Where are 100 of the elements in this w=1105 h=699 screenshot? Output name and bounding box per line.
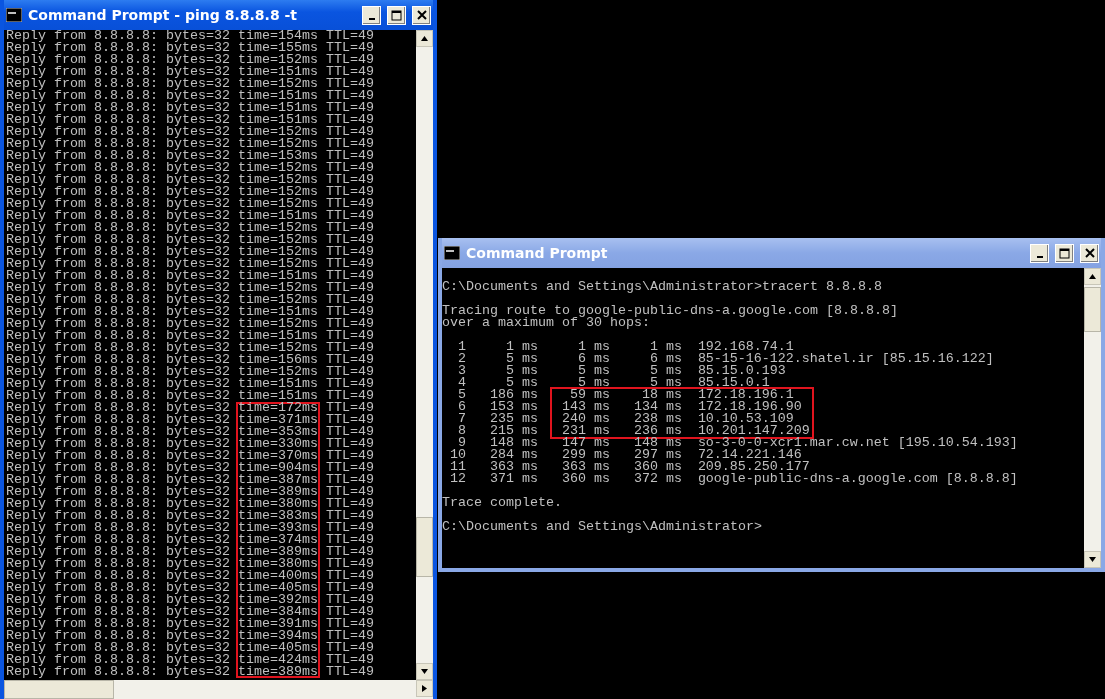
- ping-time: time=151ms: [236, 390, 319, 402]
- hop-number: 7: [457, 413, 466, 425]
- close-icon: [416, 10, 427, 20]
- ping-time: time=904ms: [235, 462, 320, 474]
- ping-time: time=152ms: [236, 318, 319, 330]
- hop-time: 5 ms: [504, 365, 538, 377]
- minimize-icon: [1036, 256, 1043, 258]
- ping-time: time=154ms: [236, 30, 319, 42]
- scrollbar-thumb[interactable]: [4, 680, 114, 699]
- hop-time: 284 ms: [488, 449, 538, 461]
- console-text: Reply from 8.8.8.8: bytes=32: [6, 210, 230, 222]
- console-icon: [444, 246, 460, 260]
- console-text: TTL=49: [325, 210, 374, 222]
- hop-time: 236 ms: [632, 425, 682, 437]
- console-text: C:\Documents and Settings\Administrator>: [442, 521, 762, 533]
- console-text: Reply from 8.8.8.8: bytes=32: [6, 606, 230, 618]
- console-text: TTL=49: [325, 78, 374, 90]
- scrollbar-thumb[interactable]: [416, 517, 433, 577]
- console-text: Reply from 8.8.8.8: bytes=32: [6, 462, 230, 474]
- console-text: Reply from 8.8.8.8: bytes=32: [6, 570, 230, 582]
- ping-time: time=392ms: [235, 594, 320, 606]
- ping-time: time=151ms: [236, 378, 319, 390]
- console-text: TTL=49: [325, 390, 374, 402]
- hop-time: 59 ms: [569, 389, 610, 401]
- horizontal-scrollbar[interactable]: [4, 680, 433, 699]
- console-text: TTL=49: [325, 174, 374, 186]
- ping-time: time=152ms: [236, 246, 319, 258]
- scroll-down-icon: [1089, 557, 1096, 562]
- maximize-icon: [1059, 247, 1070, 259]
- scrollbar-thumb[interactable]: [1084, 287, 1101, 332]
- hop-time: 5 ms: [505, 377, 538, 389]
- hop-host: 10.201.147.209: [697, 425, 810, 437]
- ping-time: time=374ms: [235, 534, 320, 546]
- console-text: Reply from 8.8.8.8: bytes=32: [6, 162, 230, 174]
- ping-time: time=151ms: [236, 90, 319, 102]
- hop-time: 5 ms: [576, 365, 610, 377]
- hop-time: 147 ms: [560, 437, 610, 449]
- ping-time: time=152ms: [236, 186, 319, 198]
- console-icon: [6, 8, 22, 22]
- hop-time: 5 ms: [504, 353, 538, 365]
- hop-host: 209.85.250.177: [697, 461, 810, 473]
- maximize-button[interactable]: [1055, 243, 1074, 263]
- maximize-button[interactable]: [387, 5, 406, 25]
- console-text: Reply from 8.8.8.8: bytes=32: [6, 342, 230, 354]
- console-text: TTL=49: [325, 246, 374, 258]
- console-text: Reply from 8.8.8.8: bytes=32: [6, 486, 230, 498]
- console-text: TTL=49: [325, 438, 374, 450]
- ping-time: time=152ms: [236, 162, 319, 174]
- console-text: TTL=49: [325, 306, 374, 318]
- console-text: Reply from 8.8.8.8: bytes=32: [6, 438, 230, 450]
- ping-time: time=380ms: [235, 558, 320, 570]
- console-text: Trace complete.: [442, 497, 562, 509]
- console-text: Reply from 8.8.8.8: bytes=32: [6, 366, 230, 378]
- hop-time: 134 ms: [632, 401, 682, 413]
- ping-time: time=151ms: [236, 270, 319, 282]
- console-text: TTL=49: [325, 54, 374, 66]
- console-text: TTL=49: [325, 582, 374, 594]
- vertical-scrollbar[interactable]: [1084, 268, 1101, 568]
- hop-host: 72.14.221.146: [697, 449, 802, 461]
- console-text: Reply from 8.8.8.8: bytes=32: [6, 642, 230, 654]
- hop-host: 172.18.196.90: [697, 401, 802, 413]
- console-text: TTL=49: [325, 546, 374, 558]
- console-text: Reply from 8.8.8.8: bytes=32: [6, 558, 230, 570]
- minimize-button[interactable]: [1030, 243, 1049, 263]
- ping-time: time=151ms: [236, 306, 319, 318]
- minimize-button[interactable]: [362, 5, 381, 25]
- close-icon: [1084, 248, 1095, 258]
- console-text: Reply from 8.8.8.8: bytes=32: [6, 30, 230, 42]
- hop-host: 85.15.0.1: [697, 377, 770, 389]
- console-text: TTL=49: [325, 486, 374, 498]
- console-text: Reply from 8.8.8.8: bytes=32: [6, 402, 230, 414]
- ping-time: time=330ms: [235, 438, 320, 450]
- console-text: Reply from 8.8.8.8: bytes=32: [6, 150, 230, 162]
- console-text: TTL=49: [325, 642, 374, 654]
- ping-time: time=370ms: [235, 450, 320, 462]
- hop-time: 299 ms: [560, 449, 610, 461]
- vertical-scrollbar[interactable]: [416, 30, 433, 680]
- ping-time: time=152ms: [236, 258, 319, 270]
- ping-time: time=389ms: [235, 486, 320, 498]
- console-text: Reply from 8.8.8.8: bytes=32: [6, 354, 230, 366]
- console-text: TTL=49: [325, 630, 374, 642]
- console-text: Reply from 8.8.8.8: bytes=32: [6, 294, 230, 306]
- hop-time: 372 ms: [632, 473, 682, 485]
- close-button[interactable]: [1080, 243, 1099, 263]
- console-text: TTL=49: [325, 402, 374, 414]
- hop-time: 363 ms: [488, 461, 538, 473]
- console-text: Reply from 8.8.8.8: bytes=32: [6, 186, 230, 198]
- hop-time: 235 ms: [488, 413, 538, 425]
- console-text: TTL=49: [325, 30, 374, 42]
- console-text: TTL=49: [325, 330, 374, 342]
- hop-number: 1: [457, 341, 466, 353]
- ping-time: time=393ms: [235, 522, 320, 534]
- scroll-right-icon: [422, 685, 427, 692]
- close-button[interactable]: [412, 5, 431, 25]
- console-text: TTL=49: [325, 162, 374, 174]
- hop-time: 231 ms: [560, 425, 610, 437]
- ping-time: time=155ms: [236, 42, 319, 54]
- window-title: Command Prompt - ping 8.8.8.8 -t: [28, 7, 298, 23]
- ping-time: time=152ms: [236, 198, 319, 210]
- hop-time: 297 ms: [632, 449, 682, 461]
